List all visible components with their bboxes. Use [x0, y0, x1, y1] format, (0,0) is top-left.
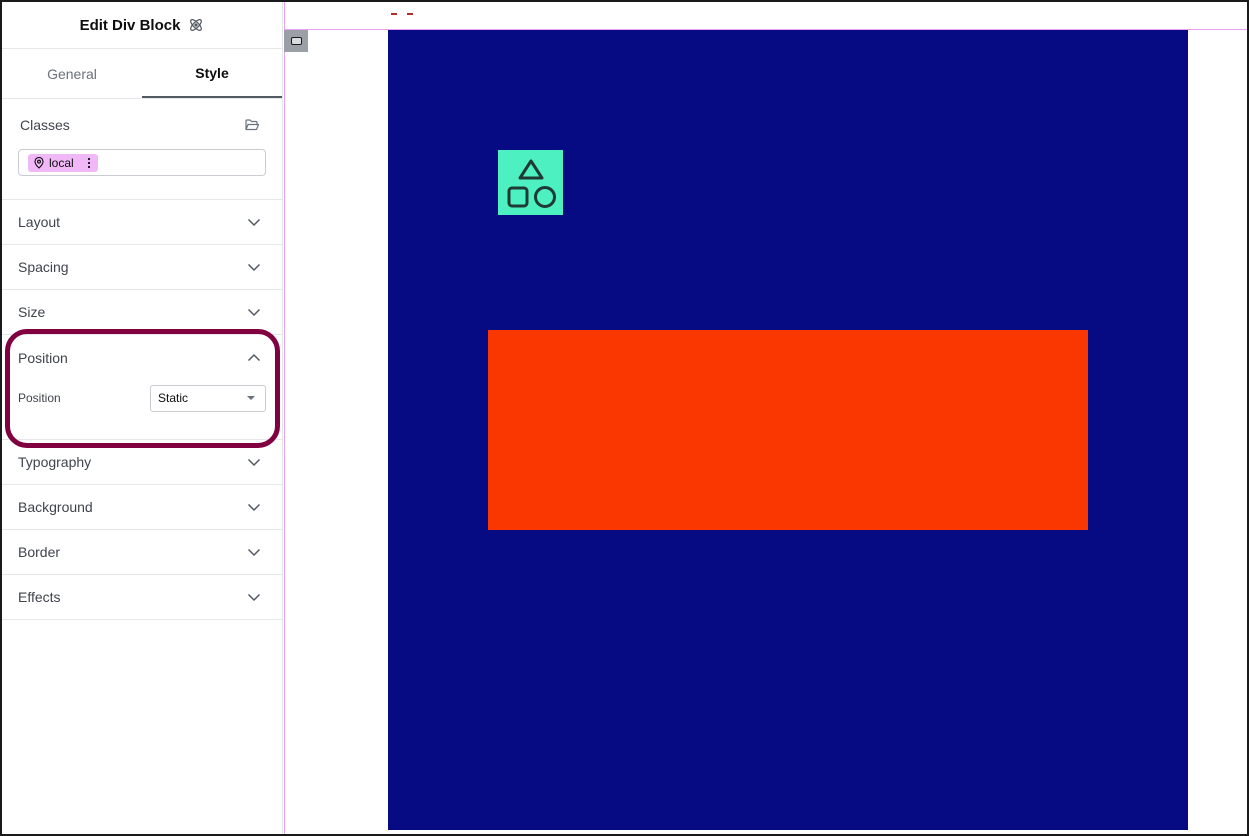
position-property-label: Position	[18, 391, 61, 405]
shapes-icon-element[interactable]	[498, 150, 563, 215]
panel-tabs: General Style	[2, 49, 282, 99]
chevron-down-icon	[246, 454, 262, 470]
section-position-expanded: Position Position Static	[2, 335, 282, 440]
section-label: Spacing	[18, 259, 69, 275]
chevron-down-icon	[246, 499, 262, 515]
section-position[interactable]: Position	[2, 335, 282, 380]
more-vertical-icon[interactable]	[84, 157, 94, 169]
section-background[interactable]: Background	[2, 485, 282, 530]
canvas-guide-left	[284, 2, 285, 834]
div-block-container[interactable]	[388, 30, 1188, 830]
section-label: Size	[18, 304, 46, 320]
shapes-icon	[507, 159, 556, 208]
tab-style[interactable]: Style	[142, 49, 282, 98]
section-effects[interactable]: Effects	[2, 575, 282, 620]
app-window: Edit Div Block General Style Classes loc…	[0, 0, 1249, 836]
canvas-top-marks	[391, 2, 437, 33]
panel-header: Edit Div Block	[2, 2, 282, 49]
editor-panel: Edit Div Block General Style Classes loc…	[2, 2, 283, 834]
chevron-down-icon	[246, 304, 262, 320]
position-property-row: Position Static	[2, 383, 282, 413]
chevron-up-icon	[246, 350, 262, 366]
class-chip-local[interactable]: local	[28, 153, 98, 172]
inner-div-block[interactable]	[488, 330, 1088, 530]
classes-section: Classes local	[2, 99, 282, 200]
section-label: Position	[18, 349, 68, 366]
caret-down-icon	[247, 396, 255, 400]
container-icon	[290, 37, 302, 45]
chevron-down-icon	[246, 589, 262, 605]
panel-title: Edit Div Block	[79, 16, 181, 34]
section-label: Typography	[18, 454, 92, 470]
folder-open-icon[interactable]	[244, 117, 260, 133]
classes-label: Classes	[20, 117, 70, 133]
section-label: Border	[18, 544, 61, 560]
section-typography[interactable]: Typography	[2, 440, 282, 485]
section-layout[interactable]: Layout	[2, 200, 282, 245]
canvas-preview	[284, 2, 1247, 834]
chevron-down-icon	[246, 544, 262, 560]
chevron-down-icon	[246, 259, 262, 275]
section-size[interactable]: Size	[2, 290, 282, 335]
element-handle[interactable]	[284, 30, 308, 52]
chevron-down-icon	[246, 214, 262, 230]
position-select-value: Static	[158, 391, 189, 405]
classes-input[interactable]: local	[18, 149, 266, 176]
map-pin-icon	[33, 156, 45, 169]
position-select[interactable]: Static	[150, 384, 266, 412]
section-border[interactable]: Border	[2, 530, 282, 575]
section-label: Background	[18, 499, 93, 515]
section-label: Layout	[18, 214, 61, 230]
class-chip-label: local	[49, 155, 74, 170]
tab-general[interactable]: General	[2, 49, 142, 98]
section-spacing[interactable]: Spacing	[2, 245, 282, 290]
atom-icon[interactable]	[188, 17, 204, 33]
section-label: Effects	[18, 589, 61, 605]
